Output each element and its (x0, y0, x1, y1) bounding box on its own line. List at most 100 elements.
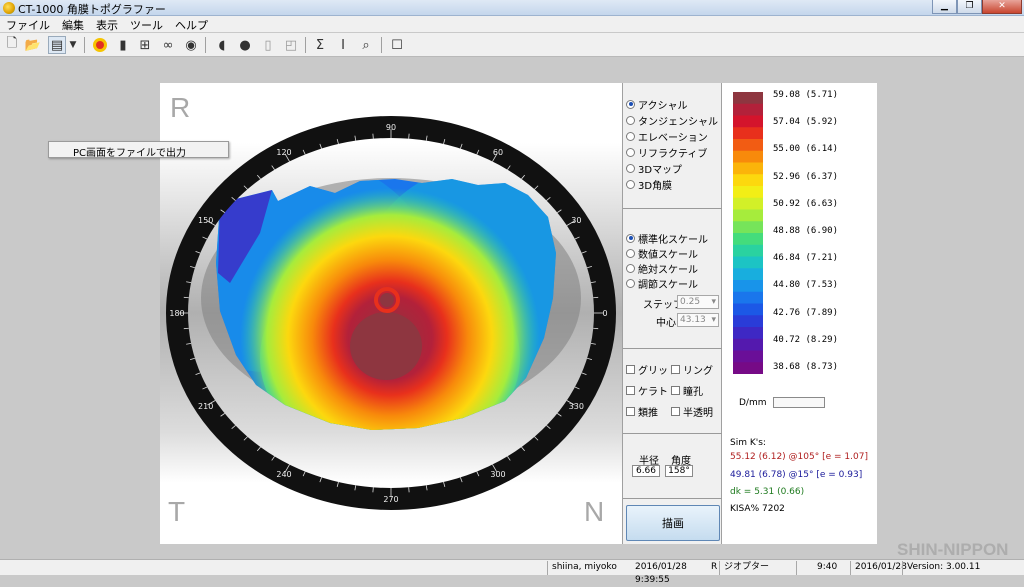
step-select[interactable]: 0.25 (677, 295, 719, 309)
map-type-elevation[interactable]: エレベーション (626, 129, 708, 143)
degree-label: 150 (198, 216, 213, 225)
color-scale-swatch (733, 116, 763, 128)
color-scale-label: 46.84 (7.21) (773, 253, 838, 263)
color-scale-swatch (733, 92, 763, 104)
map-type-refractive[interactable]: リフラクティブ (626, 145, 707, 159)
scale-normalized[interactable]: 標準化スケール (626, 231, 708, 245)
overlay-interpolate[interactable]: 類推 (626, 404, 658, 418)
color-scale-swatch (733, 233, 763, 245)
map-type-3d-map[interactable]: 3Dマップ (626, 161, 682, 175)
app-logo-icon (3, 2, 15, 14)
degree-label: 300 (490, 470, 505, 479)
color-scale-label: 48.88 (6.90) (773, 226, 838, 236)
status-version: Version: 3.00.11 (902, 561, 1024, 575)
map-type-3d-cornea[interactable]: 3D角膜 (626, 177, 672, 191)
map-type-tangential[interactable]: タンジェンシャル (626, 113, 718, 127)
map-type-axial[interactable]: アクシャル (626, 97, 688, 111)
overlay-kerato[interactable]: ケラト (626, 383, 668, 397)
color-scale-swatch (733, 221, 763, 233)
sphere-icon[interactable]: ● (236, 36, 254, 54)
dual-map-icon[interactable]: ∞ (159, 36, 177, 54)
degree-label: 0 (602, 309, 607, 318)
open-folder-icon[interactable]: 📂 (24, 36, 42, 54)
scale-numeric[interactable]: 数値スケール (626, 246, 698, 260)
sum-icon[interactable]: Σ (311, 36, 329, 54)
topography-map-panel: 9060300330300270240210180150120 R T N (160, 83, 622, 544)
color-scale-swatch (733, 327, 763, 339)
scale-adjustable[interactable]: 調節スケール (626, 276, 698, 290)
color-scale-bar (733, 92, 763, 374)
status-patient: shiina, miyoko (547, 561, 631, 575)
menu-help[interactable]: ヘルプ (169, 16, 214, 32)
color-scale-swatch (733, 257, 763, 269)
new-file-icon[interactable]: 🗋 (3, 36, 21, 54)
simk-flat: 49.81 (6.78) @15° [e = 0.93] (730, 470, 862, 480)
degree-label: 240 (276, 470, 291, 479)
center-select[interactable]: 43.13 (677, 313, 719, 327)
measure-icon[interactable]: I (334, 36, 352, 54)
status-operator: ジオプター (719, 561, 796, 575)
menu-view[interactable]: 表示 (90, 16, 124, 32)
minimize-button[interactable]: ▁ (932, 0, 957, 14)
color-scale-label: 59.08 (5.71) (773, 90, 838, 100)
brand-watermark: SHIN-NIPPON (897, 540, 1008, 560)
print-icon[interactable]: ▤ (48, 36, 66, 54)
color-scale-swatch (733, 104, 763, 116)
radio-icon (626, 148, 635, 157)
degree-label: 30 (571, 216, 581, 225)
color-scale-swatch (733, 245, 763, 257)
topography-map[interactable]: 9060300330300270240210180150120 (160, 83, 622, 544)
checkbox-icon (671, 365, 680, 374)
degree-label: 210 (198, 402, 213, 411)
eye-photo-icon[interactable]: ◉ (182, 36, 200, 54)
radio-icon (626, 116, 635, 125)
overlay-pupil[interactable]: 瞳孔 (671, 383, 703, 397)
center-label: 中心 (656, 314, 676, 329)
vertical-bar-icon[interactable]: ▯ (259, 36, 277, 54)
draw-button[interactable]: 描画 (626, 505, 720, 541)
dropdown-arrow-icon[interactable]: ▼ (67, 36, 79, 54)
radio-icon (626, 234, 635, 243)
status-bar: shiina, miyoko 2016/01/28 9:39:55 R ジオプタ… (0, 559, 1024, 575)
status-exam-datetime: 2016/01/28 9:39:55 (631, 561, 707, 575)
cornea-profile-icon[interactable]: ◖ (213, 36, 231, 54)
radio-icon (626, 100, 635, 109)
degree-label: 330 (569, 402, 584, 411)
simk-title: Sim K's: (730, 438, 766, 448)
menu-file[interactable]: ファイル (0, 16, 56, 32)
nasal-label: N (584, 496, 604, 528)
color-scale-label: 40.72 (8.29) (773, 335, 838, 345)
menu-tools[interactable]: ツール (124, 16, 169, 32)
checkbox-icon (626, 365, 635, 374)
menu-bar: ファイル 編集 表示 ツール ヘルプ (0, 16, 1024, 32)
color-scale-swatch (733, 127, 763, 139)
color-scale-panel: 59.08 (5.71)57.04 (5.92)55.00 (6.14)52.9… (722, 83, 877, 544)
overlay-translucent[interactable]: 半透明 (671, 404, 713, 418)
degree-label: 60 (493, 148, 503, 157)
color-scale-swatch (733, 186, 763, 198)
scale-bar-icon[interactable]: ▮ (114, 36, 132, 54)
context-menu-export[interactable]: PC画面をファイルで出力 (48, 141, 229, 158)
overlay-icon[interactable]: ◰ (282, 36, 300, 54)
color-map-icon[interactable] (91, 36, 109, 54)
color-scale-swatch (733, 339, 763, 351)
menu-edit[interactable]: 編集 (56, 16, 90, 32)
color-scale-swatch (733, 351, 763, 363)
toolbar: 🗋 📂 ▤ ▼ ▮ ⊞ ∞ ◉ ◖ ● ▯ ◰ Σ I ⌕ ☐ (0, 33, 1024, 57)
color-scale-swatch (733, 174, 763, 186)
four-grid-icon[interactable]: ⊞ (136, 36, 154, 54)
restore-button[interactable]: ❐ (957, 0, 982, 14)
color-scale-label: 38.68 (8.73) (773, 362, 838, 372)
overlay-rings[interactable]: リング (671, 362, 713, 376)
frame-icon[interactable]: ☐ (388, 36, 406, 54)
window-title: CT-1000 角膜トポグラファー (18, 1, 166, 17)
zoom-icon[interactable]: ⌕ (357, 36, 375, 54)
color-scale-swatch (733, 315, 763, 327)
checkbox-icon (626, 407, 635, 416)
simk-dk: dk = 5.31 (0.66) (730, 487, 804, 497)
degree-label: 120 (276, 148, 291, 157)
radio-icon (626, 249, 635, 258)
close-button[interactable]: ✕ (982, 0, 1022, 14)
checkbox-icon (671, 386, 680, 395)
scale-absolute[interactable]: 絶対スケール (626, 261, 698, 275)
